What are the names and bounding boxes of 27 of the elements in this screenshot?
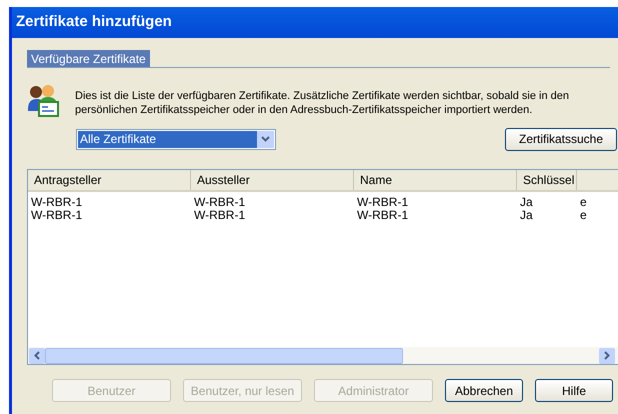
description-text: Dies ist die Liste der verfügbaren Zertifikate. Zusätzliche Zertifikate werden sichtbar, sobald sie in den persönlichen Zertifikatsspeicher oder in den Adressbuch-Zertifikatsspeicher importiert werden.: [75, 89, 570, 117]
table-cell-text: W-RBR-1: [356, 209, 410, 222]
table-cell-text: Ja: [519, 196, 534, 209]
table-cell-text: W-RBR-1: [193, 209, 246, 222]
certificate-dropdown[interactable]: Alle Zertifikate: [76, 128, 276, 150]
window-title: Zertifikate hinzufügen: [12, 7, 618, 38]
table-cell-text: W-RBR-1: [30, 196, 84, 209]
column-header[interactable]: Antragsteller: [28, 170, 191, 190]
column-header[interactable]: Name: [354, 170, 517, 190]
dialog-button[interactable]: Zertifikatssuche: [505, 128, 617, 150]
horizontal-scrollbar[interactable]: [28, 347, 618, 364]
table-cell-text: Ja: [519, 209, 534, 222]
column-header[interactable]: Schlüssel: [517, 170, 577, 190]
table-cell-text: W-RBR-1: [30, 209, 84, 222]
table-cell-text: W-RBR-1: [356, 196, 410, 209]
table-cell-text: W-RBR-1: [193, 196, 246, 209]
tab[interactable]: Verfügbare Zertifikate: [27, 50, 150, 67]
scrollbar-thumb[interactable]: [45, 348, 403, 364]
column-header[interactable]: Aussteller: [191, 170, 354, 190]
scroll-left-icon[interactable]: [29, 348, 45, 364]
dropdown-value: Alle Zertifikate: [78, 130, 257, 148]
scroll-right-icon[interactable]: [599, 348, 615, 364]
users-certificate-icon: [27, 83, 60, 117]
dialog-button[interactable]: Hilfe: [535, 379, 613, 402]
table-cell-text: e: [579, 196, 588, 209]
dialog-button[interactable]: Abbrechen: [445, 379, 523, 402]
table-cell-text: e: [579, 209, 588, 222]
